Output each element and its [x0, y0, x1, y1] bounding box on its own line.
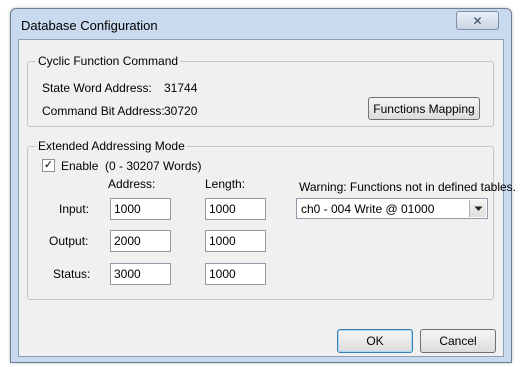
status-row-label: Status: [53, 267, 91, 281]
close-button[interactable]: ✕ [456, 11, 499, 30]
warning-label: Warning: Functions not in defined tables… [299, 180, 517, 194]
dialog-client-area: Cyclic Function Command State Word Addre… [18, 39, 516, 357]
checkmark-icon: ✓ [43, 159, 54, 171]
input-row-label: Input: [59, 202, 90, 216]
cyclic-group-legend: Cyclic Function Command [36, 54, 181, 68]
output-row-label: Output: [49, 234, 89, 248]
enable-checkbox[interactable]: ✓ [42, 159, 55, 172]
cyclic-function-command-group: Cyclic Function Command State Word Addre… [27, 54, 494, 127]
window-title: Database Configuration [21, 18, 158, 33]
title-bar[interactable]: Database Configuration ✕ [11, 9, 511, 39]
dropdown-arrow-button[interactable] [469, 200, 486, 217]
ok-button[interactable]: OK [337, 329, 413, 353]
length-column-header: Length: [205, 177, 246, 191]
warning-dropdown-value: ch0 - 004 Write @ 01000 [301, 202, 435, 216]
enable-label[interactable]: Enable [61, 159, 98, 173]
close-icon: ✕ [472, 13, 483, 28]
command-bit-address-value: 30720 [164, 104, 198, 118]
state-word-address-value: 31744 [164, 81, 198, 95]
functions-mapping-button[interactable]: Functions Mapping [368, 97, 480, 120]
cancel-button[interactable]: Cancel [420, 329, 496, 353]
output-address-field[interactable] [110, 230, 171, 252]
status-length-field[interactable] [205, 263, 266, 285]
command-bit-address-label: Command Bit Address: [42, 104, 165, 118]
chevron-down-icon [474, 206, 482, 211]
extended-addressing-mode-group: Extended Addressing Mode ✓ Enable (0 - 3… [27, 139, 516, 300]
extended-group-legend: Extended Addressing Mode [36, 139, 187, 153]
address-column-header: Address: [108, 177, 156, 191]
enable-range-label: (0 - 30207 Words) [105, 159, 202, 173]
output-length-field[interactable] [205, 230, 266, 252]
warning-functions-dropdown[interactable]: ch0 - 004 Write @ 01000 [296, 198, 488, 219]
database-configuration-dialog: Database Configuration ✕ Cyclic Function… [10, 8, 516, 363]
state-word-address-label: State Word Address: [42, 81, 152, 95]
input-length-field[interactable] [205, 198, 266, 220]
input-address-field[interactable] [110, 198, 171, 220]
status-address-field[interactable] [110, 263, 171, 285]
